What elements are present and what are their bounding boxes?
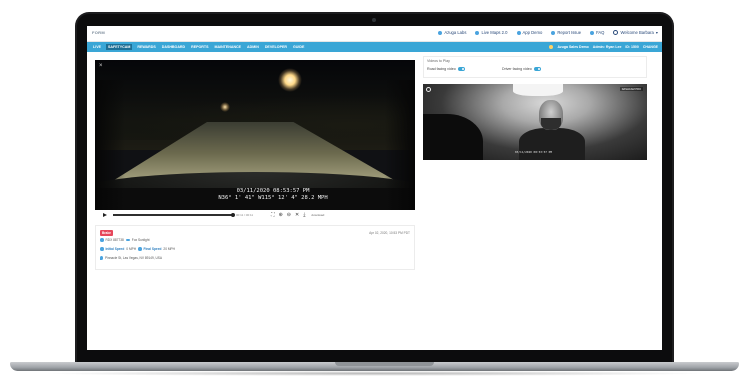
driver-icon xyxy=(125,238,130,242)
nav-item-reports[interactable]: REPORTS xyxy=(190,44,209,50)
download-link[interactable]: download xyxy=(311,213,324,217)
chevron-down-icon: ▾ xyxy=(655,30,658,35)
laptop-shadow xyxy=(40,371,709,376)
nav-item-guide[interactable]: GUIDE xyxy=(292,44,305,50)
video-tools: ⛶ ⊕ ⊖ ✕ ⤓ download xyxy=(271,212,324,218)
toplink-faq[interactable]: FAQ xyxy=(590,30,604,35)
final-speed-label: Final Speed xyxy=(143,247,162,251)
fullscreen-icon[interactable]: ⛶ xyxy=(271,212,275,218)
location-pin-icon xyxy=(100,256,103,260)
zoom-out-icon[interactable]: ⊖ xyxy=(287,212,291,218)
user-icon xyxy=(613,30,619,35)
nav-item-dashboard[interactable]: DASHBOARD xyxy=(161,44,186,50)
nav-item-rewards[interactable]: REWARDS xyxy=(136,44,156,50)
map-icon xyxy=(475,30,480,35)
driver-name[interactable]: Fox Sunlight xyxy=(132,238,150,242)
laptop-base xyxy=(10,362,739,371)
vehicle-name[interactable]: RDX 887738 xyxy=(106,238,124,242)
cabin-light xyxy=(513,84,563,96)
driver-beard xyxy=(541,118,561,130)
video-time: 00:11 / 00:11 xyxy=(236,213,254,217)
nav-item-live[interactable]: LIVE xyxy=(92,44,102,50)
seek-bar[interactable] xyxy=(113,212,236,218)
globe-icon xyxy=(549,45,554,49)
lab-icon xyxy=(438,30,443,35)
account-name: Admin: Ryan Lee xyxy=(592,45,622,49)
initial-speed-value: 0 MPH xyxy=(126,247,137,251)
video-controls: 00:11 / 00:11 ⛶ ⊕ ⊖ ✕ ⤓ download xyxy=(95,210,415,220)
nav-account: Azuga Sales Demo Admin: Ryan Lee ID: 150… xyxy=(549,42,658,52)
company-name: Azuga Sales Demo xyxy=(557,45,589,49)
streetlight xyxy=(278,68,302,92)
road-facing-video[interactable]: × 03/11/2020 08:53:57 PM N36° 1' 41" W11… xyxy=(95,60,415,210)
seek-handle[interactable] xyxy=(230,212,236,218)
account-id: ID: 1500 xyxy=(625,45,639,49)
speed-icon xyxy=(138,247,142,251)
video-vignette-right xyxy=(385,80,415,210)
driver-video-option: Driver facing video xyxy=(502,67,541,71)
laptop-screen: FORM Azuga Labs Live Maps 2.0 App Demo R… xyxy=(87,26,662,350)
toplink-live-maps[interactable]: Live Maps 2.0 xyxy=(475,30,508,35)
videos-to-play-panel: Videos to Play Road facing video Driver … xyxy=(423,56,647,78)
driver-facing-video[interactable]: DASHCAM PRO 03/11/2020 08:53:57 PM xyxy=(423,84,647,160)
video-timestamp: 03/11/2020 08:53:57 PM xyxy=(236,188,310,194)
nav-item-safetycam[interactable]: SAFETYCAM xyxy=(106,44,133,50)
webcam xyxy=(372,18,376,22)
address-row: Pinnacle St, Las Vegas, NV 89149, USA xyxy=(100,256,162,260)
close-icon[interactable]: × xyxy=(99,63,103,69)
nav-items: LIVE SAFETYCAM REWARDS DASHBOARD REPORTS MAIN… xyxy=(92,42,305,52)
download-icon[interactable]: ⤓ xyxy=(303,212,305,218)
speed-icon xyxy=(100,247,104,251)
dashcam-badge: DASHCAM PRO xyxy=(619,87,643,91)
video-overlay: 03/11/2020 08:53:57 PM N36° 1' 41" W115°… xyxy=(213,188,333,202)
video-vignette-left xyxy=(95,80,125,210)
final-speed-value: 20 MPH xyxy=(163,247,175,251)
zoom-in-icon[interactable]: ⊕ xyxy=(279,212,283,218)
top-links: Azuga Labs Live Maps 2.0 App Demo Report… xyxy=(438,30,658,35)
brand-logo[interactable]: FORM xyxy=(92,30,105,35)
toplink-app-demo[interactable]: App Demo xyxy=(516,30,542,35)
close-icon[interactable]: ✕ xyxy=(295,212,299,218)
nav-item-developer[interactable]: DEVELOPER xyxy=(264,44,288,50)
road-video-option: Road facing video xyxy=(427,67,465,71)
vehicle-icon xyxy=(100,238,104,242)
event-type-badge: Brake xyxy=(100,230,113,236)
nav-item-admin[interactable]: ADMIN xyxy=(246,44,260,50)
road-video-toggle[interactable] xyxy=(457,67,465,71)
speed-row: Initial Speed 0 MPH Final Speed 20 MPH xyxy=(100,247,175,251)
toplink-azuga-labs[interactable]: Azuga Labs xyxy=(438,30,466,35)
videos-to-play-title: Videos to Play xyxy=(427,59,450,63)
driver-video-toggle[interactable] xyxy=(533,67,541,71)
camera-logo-icon xyxy=(426,87,431,92)
main-nav: LIVE SAFETYCAM REWARDS DASHBOARD REPORTS MAIN… xyxy=(87,42,662,52)
event-address[interactable]: Pinnacle St, Las Vegas, NV 89149, USA xyxy=(105,256,162,260)
laptop-mockup: FORM Azuga Labs Live Maps 2.0 App Demo R… xyxy=(0,0,749,381)
change-account-button[interactable]: CHANGE xyxy=(643,45,658,49)
faq-icon xyxy=(590,30,595,35)
nav-item-maintenance[interactable]: MAINTENANCE xyxy=(213,44,242,50)
event-details: Brake Apr 02, 2020, 10:53 PM PDT RDX 887… xyxy=(95,225,415,270)
driver-video-timestamp: 03/11/2020 08:53:57 PM xyxy=(515,150,553,154)
top-bar: FORM Azuga Labs Live Maps 2.0 App Demo R… xyxy=(87,26,662,42)
app-icon xyxy=(516,30,521,35)
event-timestamp: Apr 02, 2020, 10:53 PM PDT xyxy=(369,231,410,235)
initial-speed-label: Initial Speed xyxy=(105,247,125,251)
issue-icon xyxy=(551,30,556,35)
vehicle-driver-row: RDX 887738 Fox Sunlight xyxy=(100,238,149,242)
driver-body xyxy=(519,128,585,160)
play-icon[interactable] xyxy=(103,213,107,217)
streetlight-distant xyxy=(220,102,230,112)
user-menu[interactable]: Welcome Barbara ▾ xyxy=(613,30,658,35)
video-coordinates: N36° 1' 41" W115° 12' 4" 28.2 MPH xyxy=(218,195,328,201)
laptop-notch xyxy=(335,362,434,366)
toplink-report-issue[interactable]: Report Issue xyxy=(551,30,581,35)
